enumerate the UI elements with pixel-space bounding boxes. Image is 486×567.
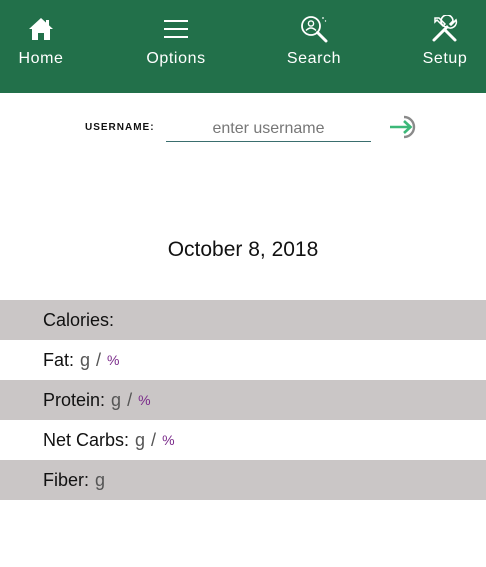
carbs-percent-unit: % [162,432,175,448]
nav-home-label: Home [18,50,64,67]
fat-label: Fat: [43,349,75,370]
tools-icon [431,15,459,43]
nav-home-button[interactable]: Home [0,0,82,93]
fat-gram-unit: g [80,349,91,370]
protein-row: Protein: g / % [0,380,486,420]
fat-row: Fat: g / % [0,340,486,380]
home-icon [28,15,54,43]
calories-label: Calories: [43,309,115,330]
carbs-label: Net Carbs: [43,429,130,450]
nav-search-label: Search [286,50,342,67]
username-label: USERNAME: [85,122,155,133]
fiber-gram-unit: g [95,469,106,490]
carbs-gram-unit: g [135,429,146,450]
fiber-row: Fiber: g [0,460,486,500]
carbs-separator: / [151,429,157,450]
menu-icon [163,15,189,43]
login-arrow-icon[interactable] [388,114,422,140]
protein-gram-unit: g [111,389,122,410]
nav-setup-button[interactable]: Setup [404,0,486,93]
search-user-icon [300,15,328,43]
protein-label: Protein: [43,389,106,410]
fiber-label: Fiber: [43,469,90,490]
current-date: October 8, 2018 [167,238,319,261]
fat-separator: / [96,349,102,370]
nav-search-button[interactable]: Search [274,0,354,93]
nav-setup-label: Setup [422,50,468,67]
carbs-row: Net Carbs: g / % [0,420,486,460]
nutrition-list: Calories: Fat: g / % Protein: g / % Net … [0,300,486,500]
username-input[interactable] [166,116,371,142]
calories-row: Calories: [0,300,486,340]
nav-options-button[interactable]: Options [136,0,216,93]
nav-options-label: Options [146,50,206,67]
fat-percent-unit: % [107,352,120,368]
protein-percent-unit: % [138,392,151,408]
protein-separator: / [127,389,133,410]
login-form: USERNAME: [0,108,486,148]
top-navbar: Home Options Search Setup [0,0,486,93]
